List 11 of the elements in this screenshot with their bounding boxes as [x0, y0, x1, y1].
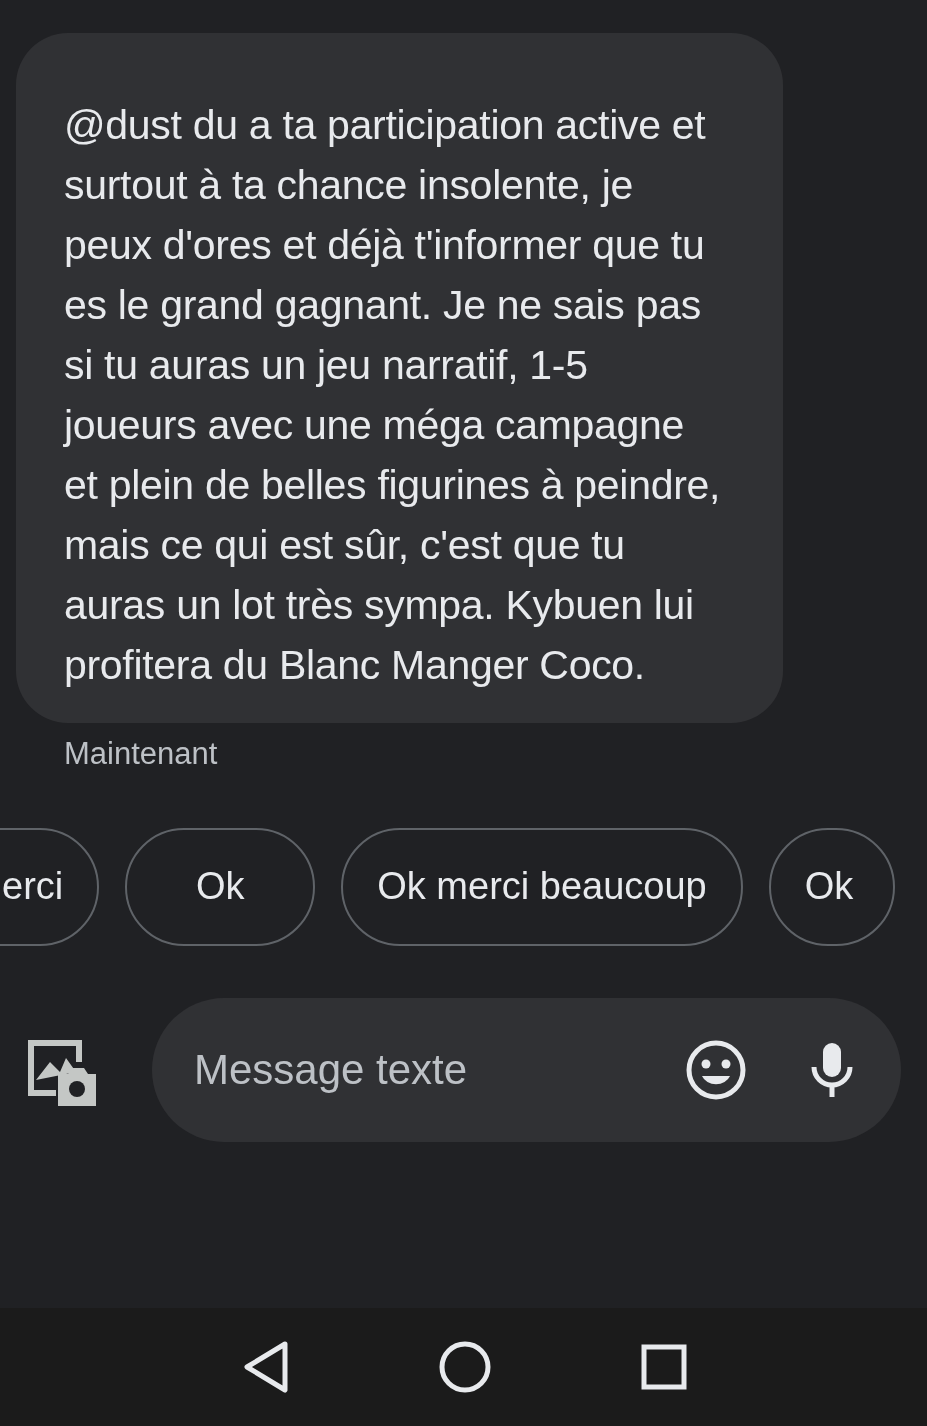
suggestion-chip[interactable]: Ok — [125, 827, 316, 946]
suggestion-chip[interactable]: Ok merci beaucoup — [341, 827, 743, 946]
home-icon[interactable] — [438, 1341, 491, 1393]
message-text: @dust du a ta participation active et surtout à ta chance insolente, je peux d'ores et déjà t'informer que tu es le grand gagnant. Je ne sais pas si tu auras un jeu narratif, 1-5 joueurs avec une méga campagne et plein de belles figurines à peindre, mais ce qui est sûr, c'est que tu auras un lot très sympa. Kybuen lui profitera du Blanc Manger Coco. — [64, 101, 722, 690]
suggestion-chip[interactable]: erci — [0, 827, 100, 946]
suggestion-chip[interactable]: Ok — [768, 827, 896, 946]
recents-icon[interactable] — [640, 1344, 687, 1390]
timestamp: Maintenant — [64, 735, 218, 773]
microphone-icon[interactable] — [809, 1040, 855, 1099]
message-input-field[interactable]: Message texte — [152, 997, 901, 1142]
emoji-icon[interactable] — [685, 1038, 747, 1101]
